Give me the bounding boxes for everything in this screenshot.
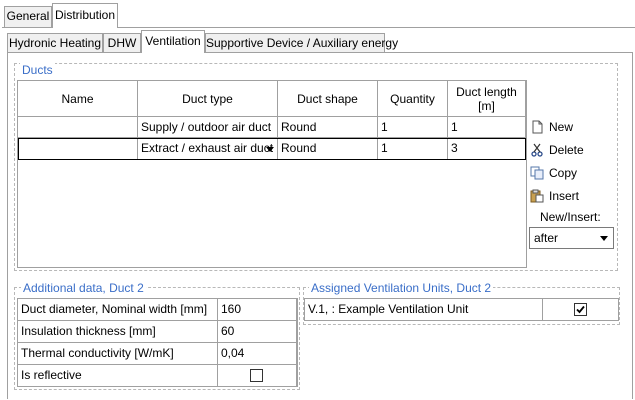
col-header-duct-shape[interactable]: Duct shape — [278, 81, 378, 117]
new-document-icon — [530, 120, 544, 134]
new-button[interactable]: New — [530, 117, 573, 137]
is-reflective-checkbox[interactable] — [250, 369, 263, 382]
insert-button[interactable]: Insert — [530, 186, 579, 206]
copy-button-label: Copy — [549, 166, 578, 180]
assigned-units-grid: V.1, : Example Ventilation Unit — [304, 298, 619, 321]
ducts-grid: Name Duct type Duct shape Quantity Duct … — [17, 80, 527, 268]
assigned-units-title: Assigned Ventilation Units, Duct 2 — [309, 281, 494, 295]
cell-ventilation-unit-check — [543, 299, 618, 320]
cell-name[interactable] — [18, 117, 138, 138]
tab-ventilation[interactable]: Ventilation — [141, 30, 205, 53]
delete-button[interactable]: Delete — [530, 140, 584, 160]
new-insert-dropdown[interactable]: after — [529, 227, 614, 249]
new-insert-value: after — [534, 231, 559, 245]
col-header-quantity[interactable]: Quantity — [378, 81, 448, 117]
checkmark-icon — [576, 305, 585, 314]
label-insulation-thickness: Insulation thickness [mm] — [18, 321, 218, 343]
cell-name[interactable] — [18, 138, 138, 160]
col-header-duct-length[interactable]: Duct length [m] — [448, 81, 526, 117]
new-insert-label: New/Insert: — [540, 210, 601, 224]
copy-icon — [530, 166, 544, 180]
tab-ventilation-label: Ventilation — [145, 34, 201, 48]
cell-is-reflective — [218, 365, 297, 386]
input-insulation-thickness[interactable]: 60 — [218, 321, 297, 343]
input-thermal-conductivity[interactable]: 0,04 — [218, 343, 297, 365]
tab-hydronic-heating-label: Hydronic Heating — [8, 36, 102, 50]
cell-quantity[interactable]: 1 — [378, 117, 448, 138]
tab-distribution-label: Distribution — [54, 8, 116, 22]
label-duct-diameter: Duct diameter, Nominal width [mm] — [18, 299, 218, 321]
tab-general[interactable]: General — [4, 6, 52, 27]
input-duct-diameter[interactable]: 160 — [218, 299, 297, 321]
cell-duct-type[interactable]: Supply / outdoor air duct — [138, 117, 278, 138]
cell-duct-length[interactable]: 3 — [448, 138, 526, 160]
label-is-reflective: Is reflective — [18, 365, 218, 386]
chevron-down-icon — [600, 236, 608, 241]
chevron-down-icon[interactable] — [266, 147, 274, 152]
cell-duct-shape[interactable]: Round — [278, 138, 378, 160]
tab-hydronic-heating[interactable]: Hydronic Heating — [7, 33, 103, 52]
cell-duct-length[interactable]: 1 — [448, 117, 526, 138]
ventilation-unit-checkbox[interactable] — [574, 303, 587, 316]
tab-distribution[interactable]: Distribution — [52, 3, 118, 28]
col-header-duct-type[interactable]: Duct type — [138, 81, 278, 117]
duct-type-select-value: Extract / exhaust air duct — [141, 141, 274, 155]
cell-duct-shape[interactable]: Round — [278, 117, 378, 138]
col-header-name[interactable]: Name — [18, 81, 138, 117]
copy-button[interactable]: Copy — [530, 163, 577, 183]
tab-dhw[interactable]: DHW — [103, 33, 141, 52]
delete-button-label: Delete — [549, 143, 584, 157]
paste-icon — [530, 189, 544, 203]
label-ventilation-unit: V.1, : Example Ventilation Unit — [305, 299, 543, 320]
label-thermal-conductivity: Thermal conductivity [W/mK] — [18, 343, 218, 365]
cell-duct-type-select[interactable]: Extract / exhaust air duct — [138, 138, 278, 160]
insert-button-label: Insert — [549, 189, 580, 203]
new-button-label: New — [549, 120, 574, 134]
additional-data-grid: Duct diameter, Nominal width [mm] 160 In… — [17, 298, 298, 387]
cell-quantity[interactable]: 1 — [378, 138, 448, 160]
tab-supportive-device-label: Supportive Device / Auxiliary energy — [206, 36, 399, 50]
scissors-icon — [530, 143, 544, 157]
ducts-group-title: Ducts — [20, 63, 55, 77]
tab-general-label: General — [6, 9, 50, 23]
tab-supportive-device[interactable]: Supportive Device / Auxiliary energy — [205, 33, 398, 52]
additional-data-title: Additional data, Duct 2 — [21, 281, 146, 295]
tab-dhw-label: DHW — [107, 36, 137, 50]
